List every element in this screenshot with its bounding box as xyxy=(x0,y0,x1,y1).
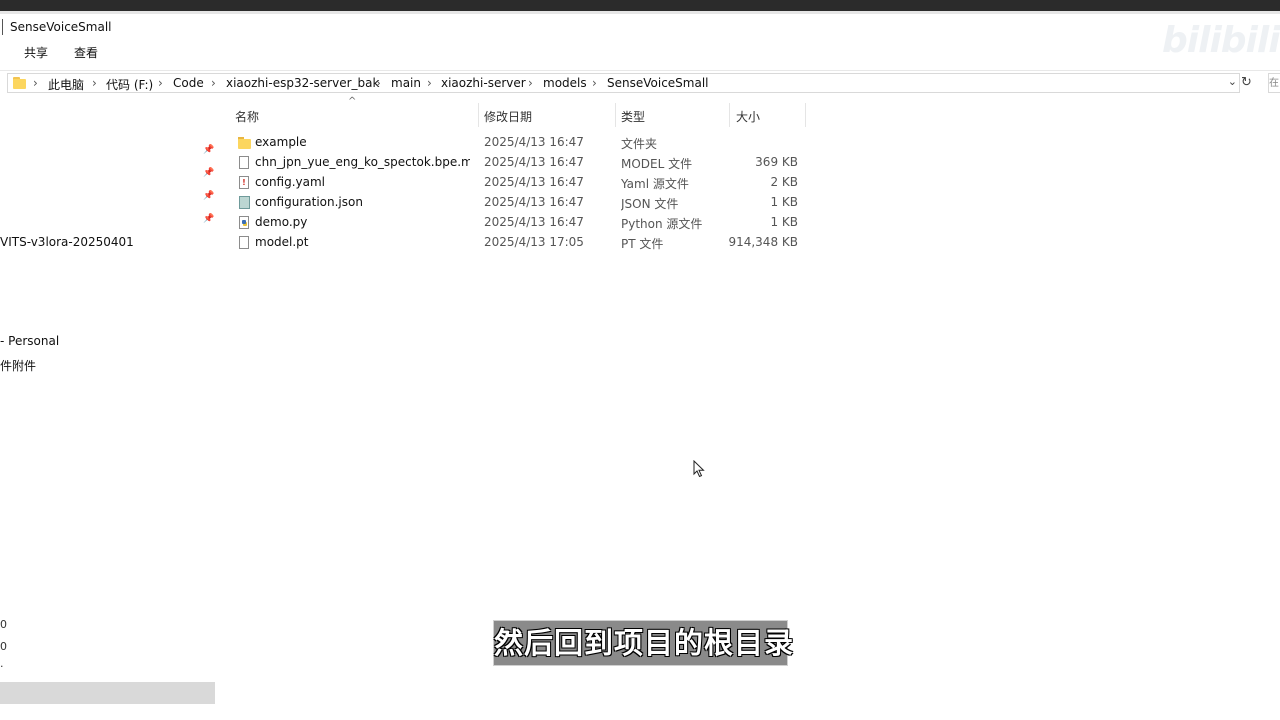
folder-icon xyxy=(13,77,26,89)
file-date: 2025/4/13 16:47 xyxy=(484,135,584,149)
column-separator[interactable] xyxy=(478,103,479,127)
breadcrumb-drive-f[interactable]: 代码 (F:) xyxy=(106,76,153,93)
file-size: 1 KB xyxy=(770,195,798,209)
file-name: configuration.json xyxy=(255,195,363,209)
ribbon-divider xyxy=(0,70,1280,71)
mouse-cursor-icon xyxy=(693,460,705,478)
nav-item-edge[interactable]: · xyxy=(0,660,4,673)
nav-item-selected[interactable] xyxy=(0,682,215,704)
chevron-right-icon[interactable]: › xyxy=(92,76,97,90)
column-header-name[interactable]: 名称 xyxy=(235,108,259,125)
file-row[interactable]: configuration.json 2025/4/13 16:47 JSON … xyxy=(232,193,812,213)
title-separator xyxy=(2,19,3,35)
column-separator[interactable] xyxy=(615,103,616,127)
refresh-icon[interactable]: ↻ xyxy=(1241,75,1252,90)
breadcrumb-server-bak[interactable]: xiaozhi-esp32-server_bak xyxy=(226,76,379,90)
file-row[interactable]: model.pt 2025/4/13 17:05 PT 文件 914,348 K… xyxy=(232,233,812,253)
json-file-icon xyxy=(239,196,250,209)
pin-icon[interactable]: 📌 xyxy=(203,145,214,155)
chevron-right-icon[interactable]: › xyxy=(427,76,432,90)
file-date: 2025/4/13 16:47 xyxy=(484,155,584,169)
column-header-type[interactable]: 类型 xyxy=(621,108,645,125)
file-type: PT 文件 xyxy=(621,237,664,251)
yaml-file-icon: ! xyxy=(239,176,249,189)
nav-item-edge[interactable]: 0 xyxy=(0,640,7,653)
search-box-char: 在 xyxy=(1269,78,1279,89)
breadcrumb-sensevoicesmall[interactable]: SenseVoiceSmall xyxy=(607,76,709,90)
chevron-right-icon[interactable]: › xyxy=(33,76,38,90)
file-date: 2025/4/13 17:05 xyxy=(484,235,584,249)
column-separator[interactable] xyxy=(729,103,730,127)
ribbon-tab-share[interactable]: 共享 xyxy=(24,44,48,61)
file-name: example xyxy=(255,135,307,149)
file-type: Yaml 源文件 xyxy=(621,177,689,191)
file-type: Python 源文件 xyxy=(621,217,703,231)
top-dark-bar xyxy=(0,0,1280,11)
file-date: 2025/4/13 16:47 xyxy=(484,195,584,209)
chevron-right-icon[interactable]: › xyxy=(592,76,597,90)
column-header-size[interactable]: 大小 xyxy=(736,108,760,125)
file-row[interactable]: chn_jpn_yue_eng_ko_spectok.bpe.mo... 202… xyxy=(232,153,812,173)
breadcrumb-xiaozhi-server[interactable]: xiaozhi-server xyxy=(441,76,526,90)
file-row[interactable]: example 2025/4/13 16:47 文件夹 xyxy=(232,133,812,153)
chevron-right-icon[interactable]: › xyxy=(158,76,163,90)
top-bar-gap xyxy=(0,11,1280,14)
chevron-down-icon[interactable]: ⌄ xyxy=(1228,75,1237,88)
search-box-edge[interactable]: 在 xyxy=(1268,73,1280,93)
file-row[interactable]: demo.py 2025/4/13 16:47 Python 源文件 1 KB xyxy=(232,213,812,233)
address-bar[interactable]: › 此电脑 › 代码 (F:) › Code › xiaozhi-esp32-s… xyxy=(7,73,1240,93)
file-name: model.pt xyxy=(255,235,309,249)
video-subtitle: 然后回到项目的根目录 xyxy=(493,620,793,666)
nav-item-vits[interactable]: VITS-v3lora-20250401 xyxy=(0,235,134,249)
chevron-right-icon[interactable]: › xyxy=(376,76,381,90)
nav-item-onedrive-personal[interactable]: - Personal xyxy=(0,334,59,348)
column-header-date[interactable]: 修改日期 xyxy=(484,108,532,125)
file-name: config.yaml xyxy=(255,175,326,189)
file-type: JSON 文件 xyxy=(621,197,679,211)
nav-item-attachments[interactable]: 件附件 xyxy=(0,357,36,374)
navigation-pane xyxy=(0,98,218,720)
python-file-icon xyxy=(239,216,249,229)
file-name: chn_jpn_yue_eng_ko_spectok.bpe.mo... xyxy=(255,155,470,169)
bilibili-watermark: bilibili xyxy=(1162,20,1280,61)
chevron-right-icon[interactable]: › xyxy=(528,76,533,90)
nav-item-edge[interactable]: 0 xyxy=(0,618,7,631)
window-title: SenseVoiceSmall xyxy=(10,20,112,34)
file-size: 2 KB xyxy=(770,175,798,189)
file-type: MODEL 文件 xyxy=(621,157,693,171)
breadcrumb-this-pc[interactable]: 此电脑 xyxy=(48,76,84,93)
chevron-right-icon[interactable]: › xyxy=(211,76,216,90)
pin-icon[interactable]: 📌 xyxy=(203,168,214,178)
sort-ascending-icon: ^ xyxy=(348,96,357,107)
file-type: 文件夹 xyxy=(621,137,658,151)
file-icon xyxy=(239,236,249,249)
file-date: 2025/4/13 16:47 xyxy=(484,215,584,229)
pin-icon[interactable]: 📌 xyxy=(203,191,214,201)
column-separator[interactable] xyxy=(805,103,806,127)
ribbon-tab-view[interactable]: 查看 xyxy=(74,44,98,61)
file-date: 2025/4/13 16:47 xyxy=(484,175,584,189)
file-name: demo.py xyxy=(255,215,308,229)
file-size: 369 KB xyxy=(755,155,798,169)
breadcrumb-code[interactable]: Code xyxy=(173,76,204,90)
breadcrumb-main[interactable]: main xyxy=(391,76,421,90)
file-icon xyxy=(239,156,249,169)
pin-icon[interactable]: 📌 xyxy=(203,214,214,224)
file-size: 914,348 KB xyxy=(728,235,798,249)
file-size: 1 KB xyxy=(770,215,798,229)
folder-icon xyxy=(238,136,251,150)
breadcrumb-models[interactable]: models xyxy=(543,76,587,90)
file-row[interactable]: ! config.yaml 2025/4/13 16:47 Yaml 源文件 2… xyxy=(232,173,812,193)
